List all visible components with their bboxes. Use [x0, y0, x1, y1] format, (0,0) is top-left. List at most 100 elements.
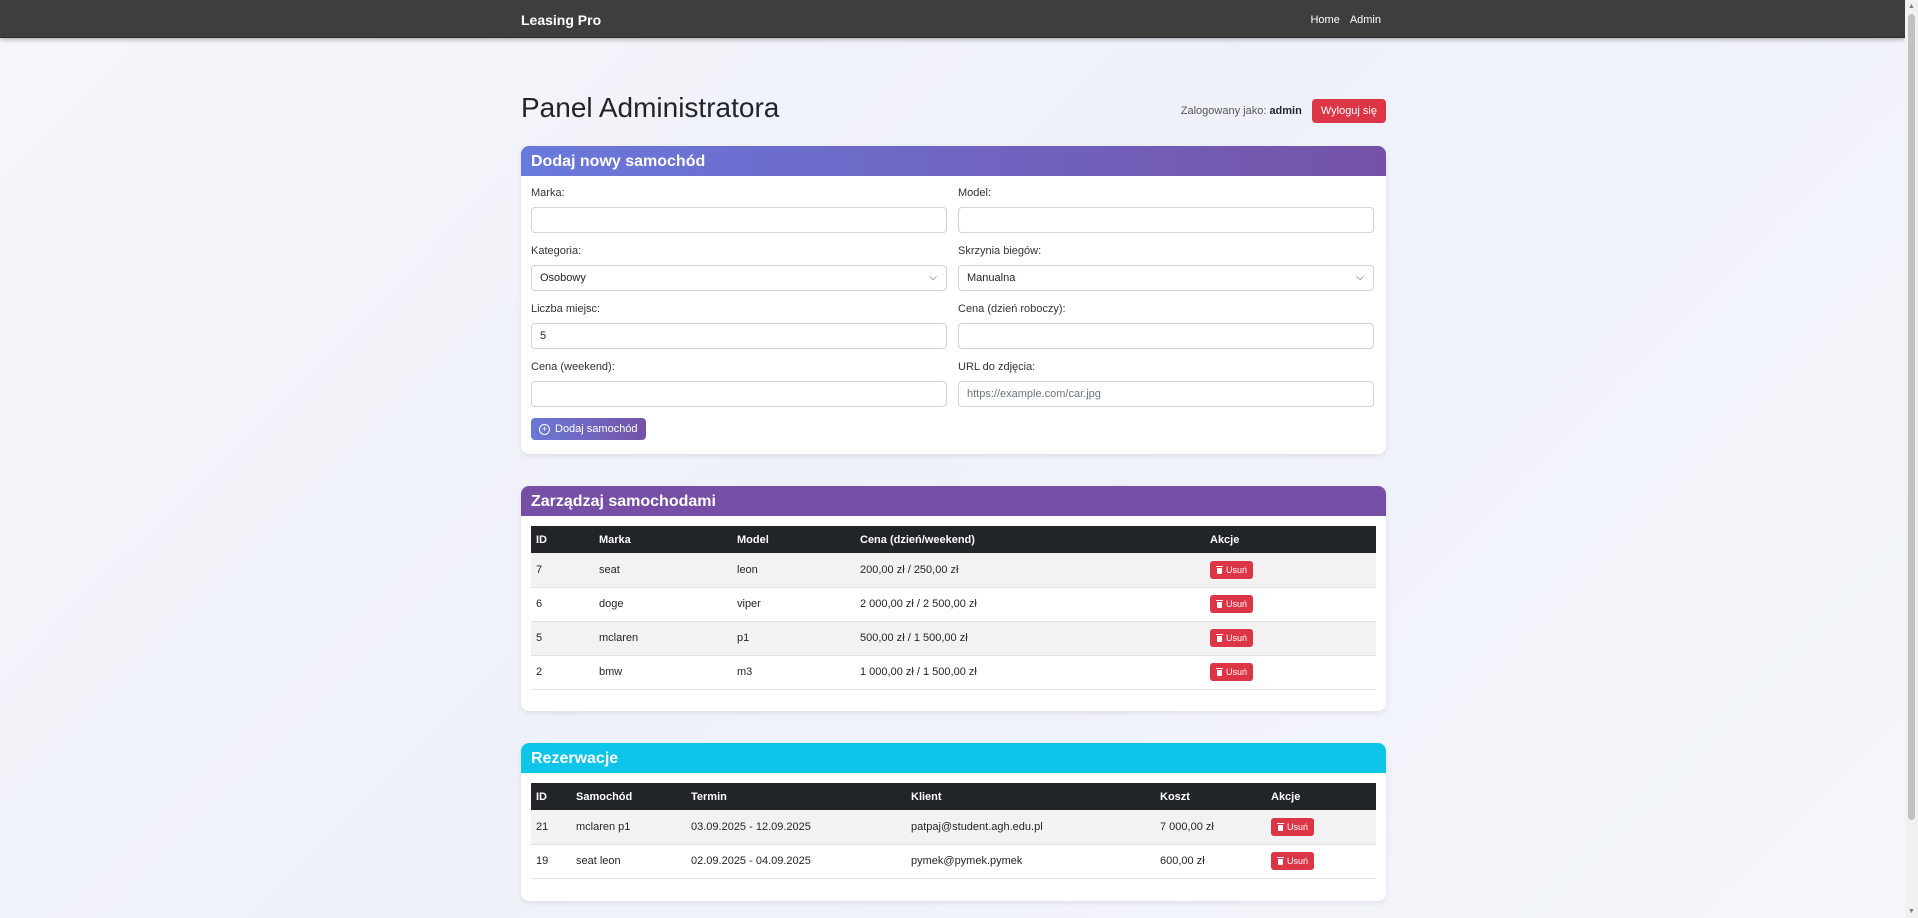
page-scrollbar[interactable]: ▲ ▼: [1905, 0, 1918, 918]
nav-links: Home Admin: [1310, 14, 1381, 26]
col-akcje: Akcje: [1271, 790, 1301, 803]
add-car-button[interactable]: + Dodaj samochód: [531, 418, 646, 440]
top-navbar: Leasing Pro Home Admin: [0, 0, 1905, 38]
cena-weekend-label: Cena (weekend):: [531, 361, 615, 373]
delete-label: Usuń: [1226, 633, 1248, 643]
car-marka: seat: [594, 553, 732, 588]
table-row: 19 seat leon 02.09.2025 - 04.09.2025 pym…: [531, 844, 1376, 879]
car-cena: 200,00 zł / 250,00 zł: [855, 553, 1205, 588]
car-id: 6: [531, 587, 594, 622]
car-id: 2: [531, 655, 594, 690]
delete-reservation-button[interactable]: Usuń: [1271, 852, 1315, 870]
col-marka: Marka: [599, 533, 631, 546]
field-marka: Marka:: [531, 186, 947, 244]
kategoria-selected-value: Osobowy: [540, 272, 586, 284]
page-title: Panel Administratora: [521, 92, 780, 123]
cena-robocza-input[interactable]: [958, 323, 1374, 349]
trash-icon: [1216, 600, 1223, 608]
delete-label: Usuń: [1226, 564, 1248, 575]
col-klient: Klient: [911, 790, 942, 803]
car-cena: 1 000,00 zł / 1 500,00 zł: [855, 655, 1205, 690]
marka-label: Marka:: [531, 187, 565, 199]
car-marka: bmw: [594, 655, 732, 690]
car-cena: 2 000,00 zł / 2 500,00 zł: [855, 587, 1205, 622]
skrzynia-label: Skrzynia biegów:: [958, 245, 1042, 257]
logged-in-prefix: Zalogowany jako:: [1180, 105, 1267, 117]
add-car-button-label: Dodaj samochód: [555, 423, 638, 435]
delete-reservation-button[interactable]: Usuń: [1271, 817, 1315, 836]
skrzynia-selected-value: Manualna: [967, 272, 1016, 284]
cena-robocza-label: Cena (dzień roboczy):: [958, 303, 1066, 315]
car-id: 5: [531, 621, 594, 656]
cars-table-header: ID Marka Model Cena (dzień/weekend) Akcj…: [531, 526, 1376, 553]
kategoria-select[interactable]: Osobowy ⌵: [531, 265, 947, 291]
skrzynia-select[interactable]: Manualna ⌵: [958, 265, 1374, 291]
col-termin: Termin: [691, 790, 727, 803]
delete-car-button[interactable]: Usuń: [1210, 629, 1254, 647]
nav-link-admin[interactable]: Admin: [1350, 14, 1381, 26]
car-model: m3: [732, 655, 855, 690]
field-cena-weekend: Cena (weekend):: [531, 360, 947, 418]
delete-label: Usuń: [1287, 821, 1309, 832]
col-samochod: Samochód: [576, 790, 633, 803]
field-model: Model:: [958, 186, 1374, 244]
trash-icon: [1277, 857, 1284, 865]
reservation-car: seat leon: [571, 844, 686, 879]
field-kategoria: Kategoria: Osobowy ⌵: [531, 244, 947, 302]
manage-cars-header: Zarządzaj samochodami: [521, 486, 1386, 516]
login-info: Zalogowany jako: admin Wyloguj się: [1181, 99, 1386, 123]
add-car-header: Dodaj nowy samochód: [521, 146, 1386, 176]
reservations-header: Rezerwacje: [521, 743, 1386, 773]
car-cena: 500,00 zł / 1 500,00 zł: [855, 621, 1205, 656]
delete-car-button[interactable]: Usuń: [1210, 595, 1254, 613]
kategoria-label: Kategoria:: [531, 245, 582, 257]
table-row: 5 mclaren p1 500,00 zł / 1 500,00 zł Usu…: [531, 621, 1376, 656]
manage-cars-card: Zarządzaj samochodami ID Marka Model Cen…: [521, 486, 1386, 711]
chevron-down-icon: ⌵: [929, 272, 937, 283]
scrollbar-thumb[interactable]: [1908, 14, 1915, 820]
col-akcje: Akcje: [1210, 533, 1240, 546]
table-row: 2 bmw m3 1 000,00 zł / 1 500,00 zł Usuń: [531, 655, 1376, 690]
model-input[interactable]: [958, 207, 1374, 233]
cena-weekend-input[interactable]: [531, 381, 947, 407]
reservation-cost: 7 000,00 zł: [1155, 810, 1266, 845]
col-id: ID: [536, 790, 547, 803]
scroll-down-arrow-icon[interactable]: ▼: [1907, 907, 1916, 916]
scroll-up-arrow-icon[interactable]: ▲: [1907, 2, 1916, 11]
logout-button[interactable]: Wyloguj się: [1311, 99, 1386, 123]
reservations-table: ID Samochód Termin Klient Koszt Akcje 21…: [531, 783, 1376, 879]
field-skrzynia: Skrzynia biegów: Manualna ⌵: [958, 244, 1374, 302]
nav-link-home[interactable]: Home: [1310, 14, 1339, 26]
url-input[interactable]: https://example.com/car.jpg: [958, 381, 1374, 407]
logged-in-username: admin: [1269, 105, 1302, 117]
brand-logo[interactable]: Leasing Pro: [521, 12, 601, 28]
delete-car-button[interactable]: Usuń: [1210, 663, 1254, 681]
reservations-card: Rezerwacje ID Samochód Termin Klient Kos…: [521, 743, 1386, 901]
reservations-table-header: ID Samochód Termin Klient Koszt Akcje: [531, 783, 1376, 810]
model-label: Model:: [958, 187, 992, 199]
car-model: viper: [732, 587, 855, 622]
field-cena-robocza: Cena (dzień roboczy):: [958, 302, 1374, 360]
reservation-term: 02.09.2025 - 04.09.2025: [686, 844, 906, 879]
delete-car-button[interactable]: Usuń: [1210, 560, 1254, 579]
field-url: URL do zdjęcia: https://example.com/car.…: [958, 360, 1374, 418]
col-koszt: Koszt: [1160, 790, 1190, 803]
car-id: 7: [531, 553, 594, 588]
delete-label: Usuń: [1226, 667, 1248, 677]
cars-table: ID Marka Model Cena (dzień/weekend) Akcj…: [531, 526, 1376, 690]
reservation-term: 03.09.2025 - 12.09.2025: [686, 810, 906, 845]
reservation-client: pymek@pymek.pymek: [906, 844, 1155, 879]
trash-icon: [1216, 668, 1223, 676]
delete-label: Usuń: [1287, 856, 1309, 866]
miejsca-input[interactable]: 5: [531, 323, 947, 349]
col-id: ID: [536, 533, 547, 546]
miejsca-label: Liczba miejsc:: [531, 303, 601, 315]
plus-circle-icon: +: [539, 423, 550, 435]
reservation-id: 21: [531, 810, 571, 845]
car-marka: doge: [594, 587, 732, 622]
trash-icon: [1216, 565, 1223, 574]
marka-input[interactable]: [531, 207, 947, 233]
field-miejsca: Liczba miejsc: 5: [531, 302, 947, 360]
table-row: 21 mclaren p1 03.09.2025 - 12.09.2025 pa…: [531, 810, 1376, 845]
delete-label: Usuń: [1226, 599, 1248, 609]
